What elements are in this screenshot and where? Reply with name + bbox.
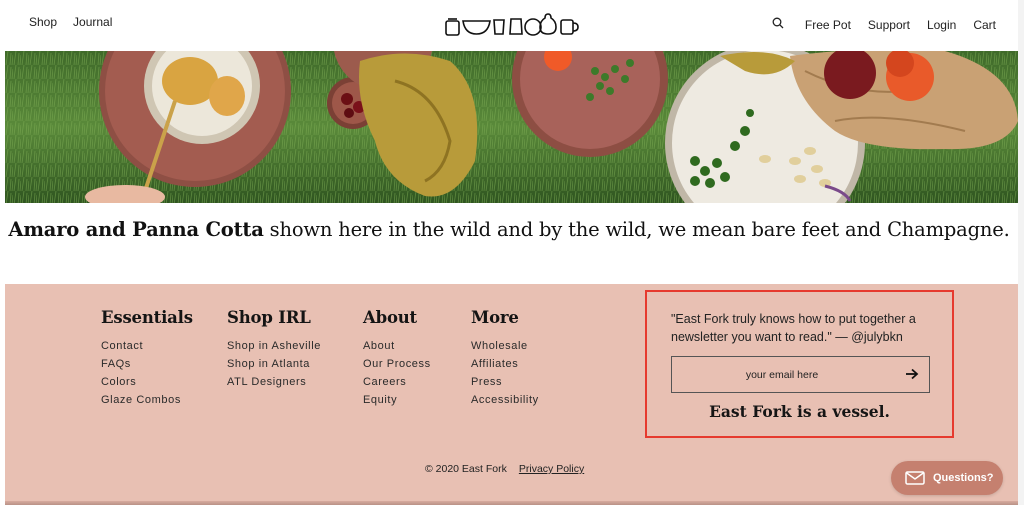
pottery-logo-icon[interactable] — [444, 12, 580, 38]
footer-column-title: More — [471, 308, 519, 327]
footer-link-about[interactable]: About — [363, 337, 431, 355]
arrow-right-icon[interactable] — [905, 367, 919, 381]
footer-column-more: More Wholesale Affiliates Press Accessib… — [471, 308, 539, 409]
primary-nav: Shop Journal — [29, 15, 112, 29]
email-form — [671, 356, 930, 393]
footer-link-our-process[interactable]: Our Process — [363, 355, 431, 373]
caption-product-names: Amaro and Panna Cotta — [8, 218, 264, 241]
nav-free-pot[interactable]: Free Pot — [805, 18, 851, 32]
copyright-text: © 2020 East Fork — [425, 463, 507, 475]
footer-link-atl-designers[interactable]: ATL Designers — [227, 373, 321, 391]
questions-chat-button[interactable]: Questions? — [891, 461, 1003, 495]
footer-link-accessibility[interactable]: Accessibility — [471, 391, 539, 409]
footer-link-contact[interactable]: Contact — [101, 337, 193, 355]
footer-legal: © 2020 East Fork Privacy Policy — [425, 463, 584, 475]
privacy-policy-link[interactable]: Privacy Policy — [519, 463, 584, 475]
nav-support[interactable]: Support — [868, 18, 910, 32]
email-input[interactable] — [672, 357, 892, 392]
nav-journal[interactable]: Journal — [73, 15, 112, 29]
footer-link-wholesale[interactable]: Wholesale — [471, 337, 539, 355]
footer-column-title: About — [363, 308, 417, 327]
chat-button-label: Questions? — [933, 472, 994, 484]
footer-link-press[interactable]: Press — [471, 373, 539, 391]
caption-text: shown here in the wild and by the wild, … — [263, 218, 1010, 241]
envelope-icon — [905, 471, 925, 485]
newsletter-quote: "East Fork truly knows how to put togeth… — [671, 312, 916, 344]
footer-link-careers[interactable]: Careers — [363, 373, 431, 391]
footer-link-glaze-combos[interactable]: Glaze Combos — [101, 391, 193, 409]
nav-shop[interactable]: Shop — [29, 15, 57, 29]
scrollbar-track[interactable] — [1018, 0, 1024, 505]
page-bottom-edge — [5, 501, 1018, 505]
hero-caption: Amaro and Panna Cotta shown here in the … — [0, 218, 1018, 241]
nav-cart[interactable]: Cart — [973, 18, 996, 32]
footer-link-colors[interactable]: Colors — [101, 373, 193, 391]
footer-column-title: Shop IRL — [227, 308, 311, 327]
hero-image — [5, 51, 1018, 203]
footer-link-faqs[interactable]: FAQs — [101, 355, 193, 373]
site-header: Shop Journal Free Pot Support Login Cart — [0, 0, 1018, 51]
search-icon[interactable] — [772, 17, 784, 29]
utility-nav: Free Pot Support Login Cart — [772, 17, 996, 32]
footer-link-shop-atlanta[interactable]: Shop in Atlanta — [227, 355, 321, 373]
nav-login[interactable]: Login — [927, 18, 956, 32]
footer-link-affiliates[interactable]: Affiliates — [471, 355, 539, 373]
search-button[interactable] — [772, 17, 788, 32]
footer-link-shop-asheville[interactable]: Shop in Asheville — [227, 337, 321, 355]
footer-link-equity[interactable]: Equity — [363, 391, 431, 409]
footer-column-essentials: Essentials Contact FAQs Colors Glaze Com… — [101, 308, 193, 409]
footer-column-shop-irl: Shop IRL Shop in Asheville Shop in Atlan… — [227, 308, 321, 391]
footer-column-title: Essentials — [101, 308, 193, 327]
site-footer: Essentials Contact FAQs Colors Glaze Com… — [5, 284, 1018, 505]
brand-tagline: East Fork is a vessel. — [709, 402, 890, 421]
footer-column-about: About About Our Process Careers Equity — [363, 308, 431, 409]
newsletter-signup: "East Fork truly knows how to put togeth… — [645, 290, 954, 438]
